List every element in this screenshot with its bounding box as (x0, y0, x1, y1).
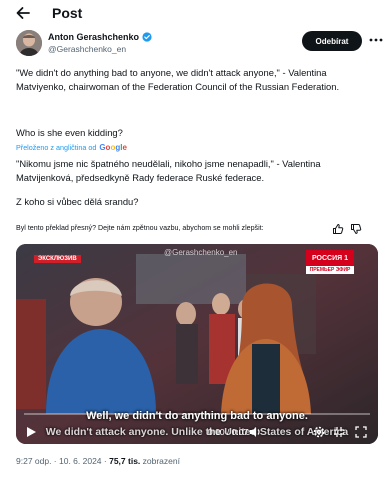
exit-fullscreen-icon (334, 427, 344, 437)
tweet-text-original: "We didn't do anything bad to anyone, we… (16, 67, 340, 92)
thumbs-up-icon (333, 224, 344, 234)
google-logo: Google (99, 143, 127, 152)
top-bar: Post (0, 0, 390, 26)
view-label: zobrazení (140, 456, 180, 466)
follow-button[interactable]: Odebírat (302, 31, 362, 51)
fullscreen-icon (355, 426, 367, 438)
view-count: 75,7 tis. (109, 456, 141, 466)
video-time: 0:00 / 0:07 (208, 427, 249, 437)
exclusive-badge: ЭКСКЛЮЗИВ (34, 255, 81, 263)
fullscreen-button[interactable] (354, 425, 368, 439)
more-icon (369, 38, 383, 42)
verified-badge-icon (142, 32, 152, 42)
exit-fullscreen-button[interactable] (332, 425, 346, 439)
video-progress-bar[interactable] (24, 413, 370, 415)
translated-label: Přeloženo z angličtina od (16, 143, 97, 152)
tweet-text-translated-question: Z koho si vůbec dělá srandu? (16, 196, 139, 207)
settings-button[interactable] (312, 425, 326, 439)
video-player[interactable]: @Gerashchenko_en ЭКСКЛЮЗИВ РОССИЯ 1 ПРЕМ… (16, 244, 378, 444)
author-name-text: Anton Gerashchenko (48, 32, 140, 42)
more-button[interactable] (368, 32, 384, 48)
feedback-question: Byl tento překlad přesný? Dejte nám zpět… (16, 224, 264, 232)
arrow-left-icon (16, 7, 30, 19)
translation-feedback: Byl tento překlad přesný? Dejte nám zpět… (16, 223, 378, 235)
thumbs-down-button[interactable] (350, 223, 362, 235)
thumbs-down-icon (351, 224, 362, 234)
translated-by-link[interactable]: Přeloženo z angličtina od Google (16, 143, 127, 152)
play-icon (27, 427, 36, 437)
avatar[interactable] (16, 30, 42, 56)
post-meta: 9:27 odp. · 10. 6. 2024 · 75,7 tis. zobr… (16, 456, 180, 466)
video-watermark: @Gerashchenko_en (164, 248, 238, 257)
author-handle[interactable]: @Gerashchenko_en (48, 44, 126, 55)
back-button[interactable] (14, 4, 32, 22)
settings-icon (313, 426, 325, 438)
play-button[interactable] (24, 425, 38, 439)
page-title: Post (52, 5, 83, 21)
volume-icon (250, 427, 260, 437)
author-name[interactable]: Anton Gerashchenko (48, 31, 152, 43)
tweet-text-translated: "Nikomu jsme nic špatného neudělali, nik… (16, 158, 321, 183)
volume-button[interactable] (248, 425, 262, 439)
channel-logo: РОССИЯ 1 (306, 250, 354, 266)
subtitle-line-1: Well, we didn't do anything bad to anyon… (86, 410, 308, 422)
author-row: Anton Gerashchenko @Gerashchenko_en Odeb… (16, 30, 383, 58)
thumbs-up-button[interactable] (332, 223, 344, 235)
video-controls: 0:00 / 0:07 (16, 422, 378, 444)
channel-sub-badge: ПРЕМЬЕР ЭФИР (306, 266, 354, 274)
post-timestamp[interactable]: 9:27 odp. · 10. 6. 2024 · (16, 456, 109, 466)
tweet-text-question: Who is she even kidding? (16, 127, 123, 138)
